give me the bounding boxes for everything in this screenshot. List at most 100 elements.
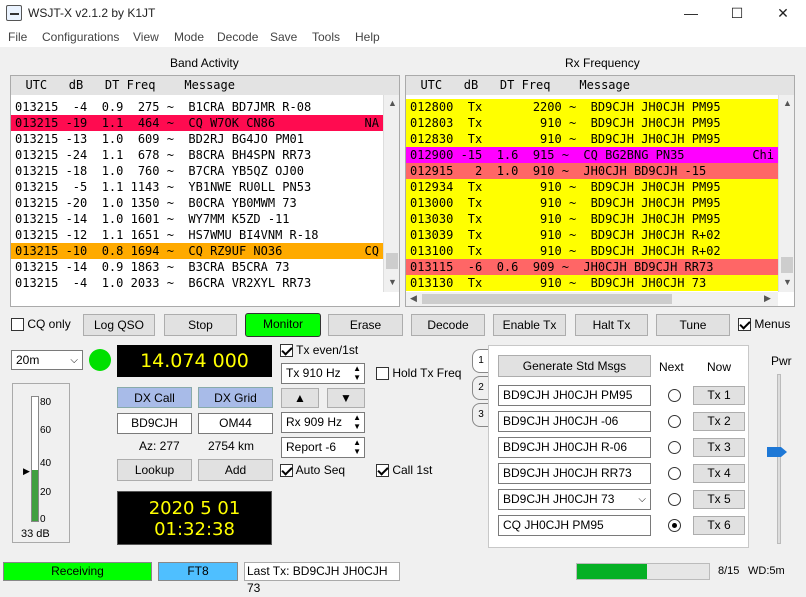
tx-message-4-input[interactable]: BD9CJH JH0CJH RR73 [498,463,651,484]
ba-row[interactable]: 013215 -13 1.0 609 ~ BD2RJ BG4JO PM01 [11,131,383,147]
rx-row[interactable]: 013100 Tx 910 ~ BD9CJH JH0CJH R+02 [406,243,778,259]
menu-decode[interactable]: Decode [217,30,258,44]
stop-button[interactable]: Stop [164,314,237,336]
rx-frequency-list[interactable]: 012800 Tx 2200 ~ BD9CJH JH0CJH PM95 01280… [406,99,778,292]
generate-std-msgs-button[interactable]: Generate Std Msgs [498,355,651,377]
tx-4-next-radio[interactable] [668,467,681,480]
arrow-down-button[interactable]: ▼ [327,388,365,408]
tx-1-button[interactable]: Tx 1 [693,386,745,405]
tx-3-next-radio[interactable] [668,441,681,454]
menu-tools[interactable]: Tools [312,30,340,44]
tx-4-button[interactable]: Tx 4 [693,464,745,483]
rx-frequency-hscroll[interactable]: ◀ ▶ [406,292,778,306]
ba-row[interactable]: 013215 -5 1.1 1143 ~ YB1NWE RU0LL PN53 [11,179,383,195]
tx-message-1-input[interactable]: BD9CJH JH0CJH PM95 [498,385,651,406]
pwr-slider-handle[interactable] [767,447,787,457]
tx-message-5-input[interactable]: BD9CJH JH0CJH 73 ⌵ [498,489,651,510]
rx-row[interactable]: 013030 Tx 910 ~ BD9CJH JH0CJH PM95 [406,211,778,227]
enable-tx-button[interactable]: Enable Tx [493,314,566,336]
rx-frequency-vscroll[interactable]: ▲ ▼ [778,95,794,292]
chevron-down-icon[interactable]: ⌵ [638,490,646,509]
dx-grid-button[interactable]: DX Grid [198,387,273,408]
cq-only-checkbox[interactable]: CQ only [11,317,71,332]
scroll-left-icon[interactable]: ◀ [410,293,417,304]
rx-freq-spinbox[interactable]: Rx 909 Hz ▲ ▼ [281,412,365,433]
scroll-up-icon[interactable]: ▲ [388,98,397,108]
dial-frequency-display: 14.074 000 [117,345,272,377]
menu-view[interactable]: View [133,30,159,44]
ba-row[interactable]: 013215 -14 0.9 1863 ~ B3CRA B5CRA 73 [11,259,383,275]
band-select[interactable]: 20m ⌵ [11,350,83,370]
scroll-down-icon[interactable]: ▼ [388,277,397,287]
log-qso-button[interactable]: Log QSO [83,314,155,336]
menus-checkbox[interactable]: Menus [738,317,790,332]
menu-save[interactable]: Save [270,30,297,44]
dx-call-input[interactable]: BD9CJH [117,413,192,434]
pwr-slider-track[interactable] [777,374,781,544]
rx-row[interactable]: 012915 2 1.0 910 ~ JH0CJH BD9CJH -15 [406,163,778,179]
rx-row[interactable]: 012900 -15 1.6 915 ~ CQ BG2BNG PN35 Chi [406,147,778,163]
decode-button[interactable]: Decode [411,314,485,336]
tx-5-button[interactable]: Tx 5 [693,490,745,509]
dx-grid-input[interactable]: OM44 [198,413,273,434]
report-spinbox[interactable]: Report -6 ▲ ▼ [281,437,365,458]
ba-row[interactable]: 013215 -24 1.1 678 ~ B8CRA BH4SPN RR73 [11,147,383,163]
auto-seq-checkbox[interactable]: Auto Seq [280,463,345,478]
tx-6-button[interactable]: Tx 6 [693,516,745,535]
halt-tx-button[interactable]: Halt Tx [575,314,648,336]
scroll-thumb[interactable] [781,257,793,273]
tx-5-next-radio[interactable] [668,493,681,506]
scroll-right-icon[interactable]: ▶ [764,293,771,304]
rx-row[interactable]: 012800 Tx 2200 ~ BD9CJH JH0CJH PM95 [406,99,778,115]
tx-message-2-input[interactable]: BD9CJH JH0CJH -06 [498,411,651,432]
menu-file[interactable]: File [8,30,27,44]
rx-row[interactable]: 013039 Tx 910 ~ BD9CJH JH0CJH R+02 [406,227,778,243]
tx-6-next-radio[interactable] [668,519,681,532]
lookup-button[interactable]: Lookup [117,459,192,481]
arrow-up-button[interactable]: ▲ [281,388,319,408]
menu-mode[interactable]: Mode [174,30,204,44]
close-button[interactable]: ✕ [760,0,806,27]
ba-row[interactable]: 013215 -4 0.9 275 ~ B1CRA BD7JMR R-08 [11,99,383,115]
minimize-button[interactable]: — [668,0,714,27]
monitor-button[interactable]: Monitor [245,313,321,337]
tx-2-next-radio[interactable] [668,415,681,428]
band-activity-list[interactable]: 013215 -4 0.9 275 ~ B1CRA BD7JMR R-08 013… [11,99,383,292]
call-1st-checkbox[interactable]: Call 1st [376,463,432,478]
ba-row[interactable]: 013215 -12 1.1 1651 ~ HS7WMU BI4VNM R-18 [11,227,383,243]
scroll-thumb[interactable] [386,253,398,269]
ba-row[interactable]: 013215 -18 1.0 760 ~ B7CRA YB5QZ OJ00 [11,163,383,179]
tune-button[interactable]: Tune [656,314,730,336]
ba-row[interactable]: 013215 -10 0.8 1694 ~ CQ RZ9UF NO36 CQ [11,243,383,259]
ba-row[interactable]: 013215 -20 1.0 1350 ~ B0CRA YB0MWM 73 [11,195,383,211]
ba-row[interactable]: 013215 -4 1.0 2033 ~ B6CRA VR2XYL RR73 [11,275,383,291]
hscroll-thumb[interactable] [422,294,672,304]
tx-freq-spinbox[interactable]: Tx 910 Hz ▲ ▼ [281,363,365,384]
clock-time: 01:32:38 [154,519,235,540]
tx-message-6-input[interactable]: CQ JH0CJH PM95 [498,515,651,536]
tx-message-3-input[interactable]: BD9CJH JH0CJH R-06 [498,437,651,458]
tx-3-button[interactable]: Tx 3 [693,438,745,457]
rx-row[interactable]: 013000 Tx 910 ~ BD9CJH JH0CJH PM95 [406,195,778,211]
rx-row[interactable]: 012934 Tx 910 ~ BD9CJH JH0CJH PM95 [406,179,778,195]
tx-message-text: BD9CJH JH0CJH -06 [503,414,619,428]
scroll-up-icon[interactable]: ▲ [783,98,792,108]
tx-even-checkbox[interactable]: Tx even/1st [280,343,358,358]
tx-2-button[interactable]: Tx 2 [693,412,745,431]
hold-tx-freq-checkbox[interactable]: Hold Tx Freq [376,366,461,381]
rx-row[interactable]: 013115 -6 0.6 909 ~ JH0CJH BD9CJH RR73 [406,259,778,275]
rx-row[interactable]: 012803 Tx 910 ~ BD9CJH JH0CJH PM95 [406,115,778,131]
rx-row[interactable]: 012830 Tx 910 ~ BD9CJH JH0CJH PM95 [406,131,778,147]
band-activity-vscroll[interactable]: ▲ ▼ [383,95,399,292]
maximize-button[interactable]: ☐ [714,0,760,27]
erase-button[interactable]: Erase [328,314,403,336]
dx-call-button[interactable]: DX Call [117,387,192,408]
ba-row[interactable]: 013215 -19 1.1 464 ~ CQ W7OK CN86 NA [11,115,383,131]
rx-row[interactable]: 013130 Tx 910 ~ BD9CJH JH0CJH 73 [406,275,778,291]
menu-help[interactable]: Help [355,30,380,44]
tx-1-next-radio[interactable] [668,389,681,402]
add-button[interactable]: Add [198,459,273,481]
scroll-down-icon[interactable]: ▼ [783,277,792,287]
ba-row[interactable]: 013215 -14 1.0 1601 ~ WY7MM K5ZD -11 [11,211,383,227]
menu-configurations[interactable]: Configurations [42,30,119,44]
